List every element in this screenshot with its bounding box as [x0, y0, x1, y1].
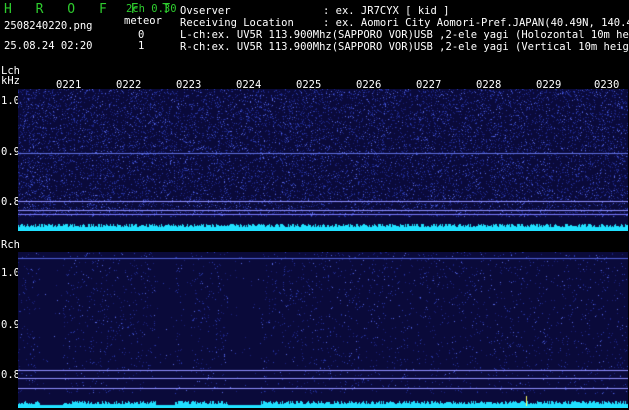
minute-label-0228: 0228 [476, 79, 502, 91]
rch-label: Rch [1, 239, 20, 251]
minute-label-0222: 0222 [116, 79, 142, 91]
datetime: 25.08.24 02:20 [4, 40, 93, 52]
minute-label-0226: 0226 [356, 79, 382, 91]
observer-value: : ex. JR7CYX [ kid ] [323, 5, 450, 17]
lch-receiver-line: L-ch:ex. UV5R 113.900Mhz(SAPPORO VOR)USB… [180, 29, 629, 41]
minute-label-0223: 0223 [176, 79, 202, 91]
rch-count: 1 [138, 40, 145, 52]
lch-spectrogram [18, 89, 628, 231]
minute-label-0227: 0227 [416, 79, 442, 91]
minute-label-0224: 0224 [236, 79, 262, 91]
location-value: : ex. Aomori City Aomori-Pref.JAPAN(40.4… [323, 17, 629, 29]
rch-spectrogram [18, 252, 628, 408]
location-label: Receiving Location [180, 17, 294, 29]
minute-label-0225: 0225 [296, 79, 322, 91]
app-version: 2ch 0.30 [126, 3, 177, 15]
rch-receiver-line: R-ch:ex. UV5R 113.900Mhz(SAPPORO VOR)USB… [180, 41, 629, 53]
minute-label-0229: 0229 [536, 79, 562, 91]
observer-label: Ovserver [180, 5, 231, 17]
file-name: 2508240220.png [4, 20, 93, 32]
minute-label-0221: 0221 [56, 79, 82, 91]
minute-label-0230: 0230 [594, 79, 620, 91]
mode-label: meteor [124, 15, 162, 27]
lch-unit: kHz [1, 75, 20, 87]
